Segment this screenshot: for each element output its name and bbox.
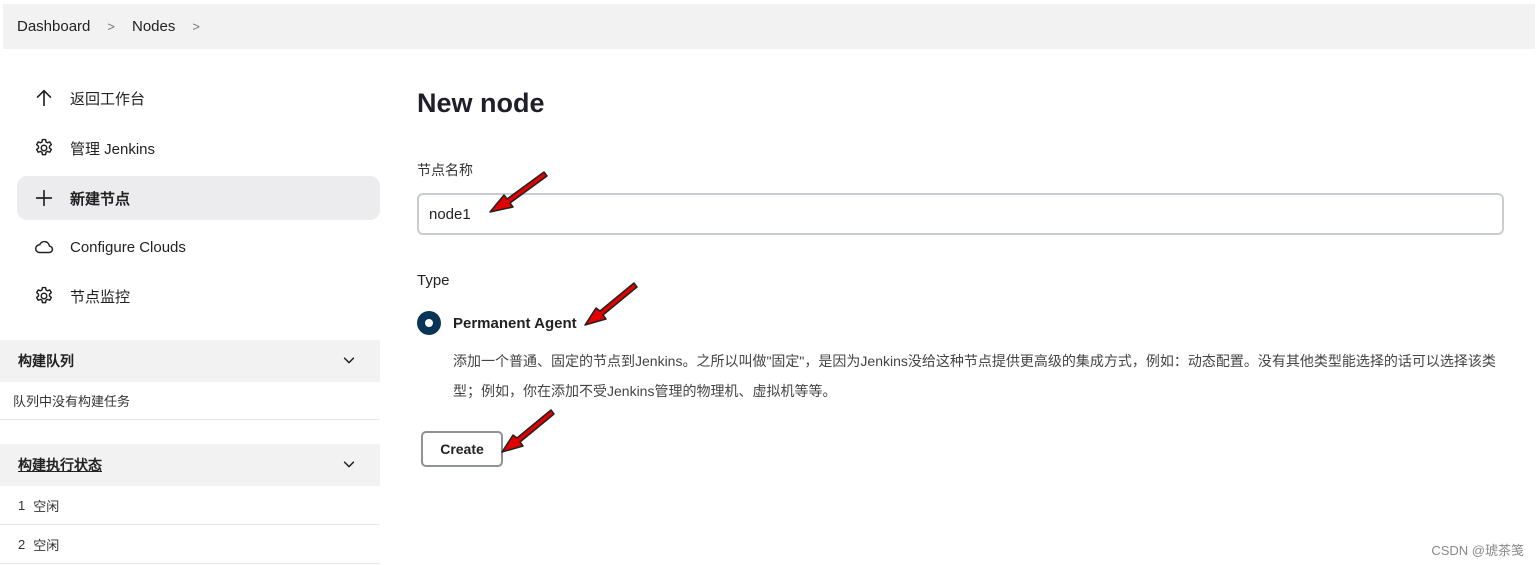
build-queue-header[interactable]: 构建队列 xyxy=(0,340,380,382)
build-queue-empty: 队列中没有构建任务 xyxy=(0,382,380,420)
breadcrumb: Dashboard > Nodes > xyxy=(3,4,1535,49)
permanent-agent-label[interactable]: Permanent Agent xyxy=(453,315,577,332)
annotation-arrow-icon xyxy=(489,171,548,213)
executor-status-header[interactable]: 构建执行状态 xyxy=(0,444,380,486)
page-title: New node xyxy=(417,88,545,118)
permanent-agent-radio[interactable] xyxy=(417,311,441,335)
radio-dot xyxy=(425,319,433,327)
build-queue-title: 构建队列 xyxy=(18,353,74,369)
annotation-arrow-icon xyxy=(584,282,638,326)
permanent-agent-option[interactable]: Permanent Agent xyxy=(417,311,577,335)
node-name-input[interactable] xyxy=(417,193,1504,235)
executor-number: 1 xyxy=(18,498,26,513)
type-label: Type xyxy=(417,272,450,289)
create-button[interactable]: Create xyxy=(421,431,503,467)
sidebar-item-label: Configure Clouds xyxy=(70,238,186,256)
sidebar-item-label: 管理 Jenkins xyxy=(70,140,156,158)
executor-row: 2 空闲 xyxy=(0,526,380,564)
executor-number: 2 xyxy=(18,537,26,552)
gear-icon xyxy=(33,285,55,307)
breadcrumb-nodes[interactable]: Nodes xyxy=(132,18,175,35)
build-queue-empty-text: 队列中没有构建任务 xyxy=(13,394,131,409)
sidebar-item-new-node[interactable]: 新建节点 xyxy=(17,176,380,220)
sidebar-item-node-monitoring[interactable]: 节点监控 xyxy=(17,274,380,318)
chevron-down-icon[interactable] xyxy=(342,457,356,474)
permanent-agent-description: 添加一个普通、固定的节点到Jenkins。之所以叫做"固定"，是因为Jenkin… xyxy=(453,353,1496,399)
breadcrumb-separator: > xyxy=(107,19,115,34)
chevron-down-icon[interactable] xyxy=(342,353,356,370)
gear-icon xyxy=(33,137,55,159)
executor-status: 空闲 xyxy=(33,538,60,553)
sidebar-item-label: 新建节点 xyxy=(70,190,131,208)
breadcrumb-separator[interactable]: > xyxy=(192,19,200,34)
cloud-icon xyxy=(33,236,55,258)
sidebar-item-label: 节点监控 xyxy=(70,288,131,306)
plus-icon xyxy=(33,187,55,209)
executor-status-title[interactable]: 构建执行状态 xyxy=(18,455,102,475)
sidebar-item-back-to-dashboard[interactable]: 返回工作台 xyxy=(17,76,380,120)
arrow-up-icon xyxy=(33,87,55,109)
annotation-arrow-icon xyxy=(501,409,555,453)
breadcrumb-dashboard[interactable]: Dashboard xyxy=(17,18,90,35)
executor-status: 空闲 xyxy=(33,499,60,514)
sidebar-item-configure-clouds[interactable]: Configure Clouds xyxy=(17,225,380,269)
node-name-label: 节点名称 xyxy=(417,162,473,178)
sidebar-item-label: 返回工作台 xyxy=(70,90,146,108)
sidebar-item-manage-jenkins[interactable]: 管理 Jenkins xyxy=(17,126,380,170)
executor-row: 1 空闲 xyxy=(0,487,380,525)
watermark: CSDN @琥茶笺 xyxy=(1431,543,1524,558)
